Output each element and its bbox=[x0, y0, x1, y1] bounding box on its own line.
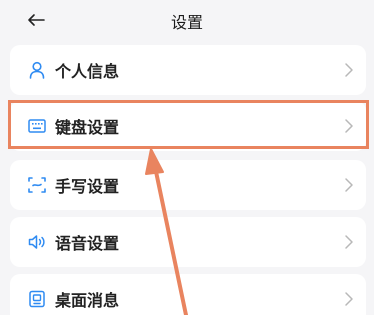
settings-item-label: 桌面消息 bbox=[55, 291, 120, 310]
person-icon bbox=[27, 60, 47, 80]
chevron-right-icon bbox=[344, 118, 354, 134]
handwriting-icon bbox=[27, 175, 47, 195]
chevron-right-icon bbox=[344, 62, 354, 78]
settings-screen: 设置 个人信息 键盘设置 手写设置 语音设置 桌面消息 bbox=[0, 0, 374, 315]
desktop-message-icon bbox=[27, 289, 47, 309]
header-bar: 设置 bbox=[0, 0, 374, 40]
settings-item-personal-info[interactable]: 个人信息 bbox=[10, 45, 366, 95]
chevron-right-icon bbox=[344, 291, 354, 307]
keyboard-icon bbox=[27, 116, 47, 136]
settings-item-label: 键盘设置 bbox=[55, 118, 120, 137]
settings-item-desktop-message[interactable]: 桌面消息 bbox=[10, 274, 366, 315]
settings-item-keyboard[interactable]: 键盘设置 bbox=[10, 101, 366, 151]
chevron-right-icon bbox=[344, 177, 354, 193]
settings-item-label: 语音设置 bbox=[55, 234, 120, 253]
page-title: 设置 bbox=[170, 13, 203, 32]
settings-item-handwriting[interactable]: 手写设置 bbox=[10, 160, 366, 210]
settings-item-voice[interactable]: 语音设置 bbox=[10, 217, 366, 267]
settings-item-label: 手写设置 bbox=[55, 177, 120, 196]
speaker-icon bbox=[27, 232, 47, 252]
chevron-right-icon bbox=[344, 234, 354, 250]
settings-item-label: 个人信息 bbox=[55, 62, 120, 81]
